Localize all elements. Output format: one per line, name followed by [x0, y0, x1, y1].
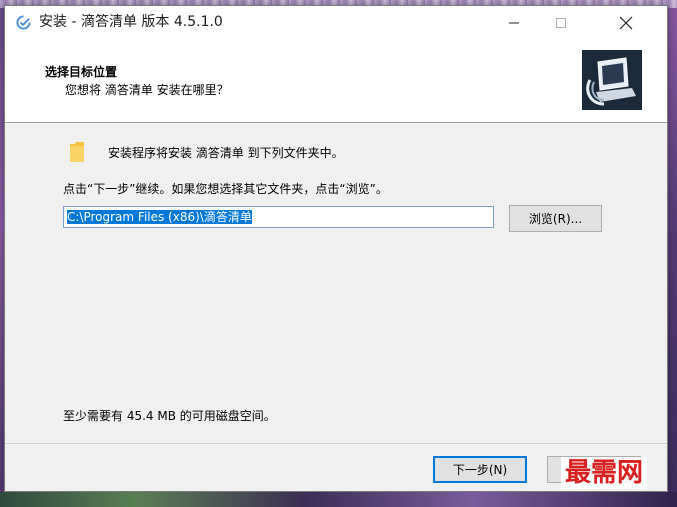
browse-button[interactable]: 浏览(R)...	[509, 205, 602, 232]
close-button[interactable]	[585, 6, 667, 39]
page-title: 选择目标位置	[45, 65, 118, 79]
minimize-button[interactable]	[491, 6, 537, 39]
watermark-logo: 最需网	[561, 457, 648, 489]
instruction-text: 点击“下一步”继续。如果您想选择其它文件夹，点击“浏览”。	[63, 182, 388, 196]
folder-icon	[70, 142, 84, 162]
wizard-content: 安装程序将安装 滴答清单 到下列文件夹中。 点击“下一步”继续。如果您想选择其它…	[5, 123, 667, 443]
app-checkmark-icon	[16, 15, 31, 30]
window-title: 安装 - 滴答清单 版本 4.5.1.0	[39, 14, 223, 30]
close-icon	[619, 16, 633, 29]
disk-space-text: 至少需要有 45.4 MB 的可用磁盘空间。	[63, 409, 276, 423]
desktop-background-bottom	[0, 492, 677, 507]
install-path-value: C:\Program Files (x86)\滴答清单	[67, 210, 252, 224]
install-info-text: 安装程序将安装 滴答清单 到下列文件夹中。	[108, 146, 344, 160]
installer-window: 安装 - 滴答清单 版本 4.5.1.0 选择目标位置 您想将 滴答清单 安装在…	[4, 5, 668, 492]
maximize-button[interactable]	[538, 6, 584, 39]
next-button[interactable]: 下一步(N)	[433, 456, 527, 483]
install-path-input[interactable]: C:\Program Files (x86)\滴答清单	[63, 206, 494, 228]
installer-computer-icon	[582, 50, 642, 110]
page-subtitle: 您想将 滴答清单 安装在哪里？	[65, 83, 229, 97]
maximize-icon	[556, 17, 566, 28]
title-bar[interactable]: 安装 - 滴答清单 版本 4.5.1.0	[5, 6, 667, 39]
wizard-header: 选择目标位置 您想将 滴答清单 安装在哪里？	[5, 39, 667, 123]
minimize-icon	[509, 22, 519, 23]
